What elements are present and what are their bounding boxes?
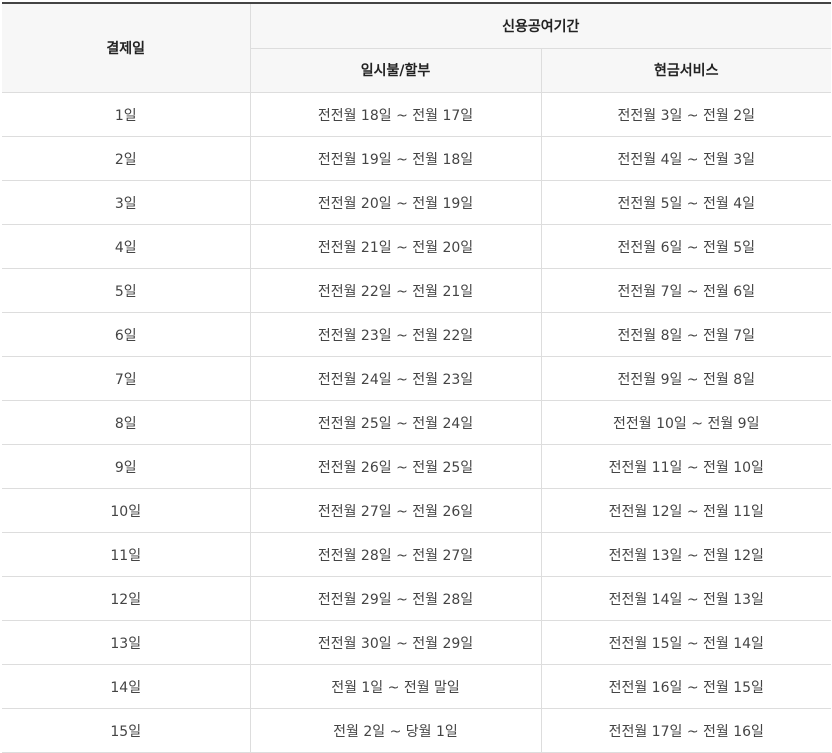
table-row: 8일 전전월 25일 ~ 전월 24일 전전월 10일 ~ 전월 9일 — [2, 400, 831, 445]
cash-service-period-cell: 전전월 14일 ~ 전월 13일 — [541, 576, 831, 621]
table-body: 1일 전전월 18일 ~ 전월 17일 전전월 3일 ~ 전월 2일 2일 전전월 19… — [2, 92, 831, 753]
credit-period-header: 신용공여기간 — [250, 3, 831, 49]
cash-service-period-cell: 전전월 4일 ~ 전월 3일 — [541, 136, 831, 181]
cash-service-period-cell: 전전월 13일 ~ 전월 12일 — [541, 532, 831, 577]
table-row: 4일 전전월 21일 ~ 전월 20일 전전월 6일 ~ 전월 5일 — [2, 224, 831, 269]
installment-period-cell: 전전월 21일 ~ 전월 20일 — [250, 224, 542, 269]
cash-service-period-cell: 전전월 11일 ~ 전월 10일 — [541, 444, 831, 489]
installment-period-cell: 전전월 20일 ~ 전월 19일 — [250, 180, 542, 225]
installment-period-cell: 전전월 28일 ~ 전월 27일 — [250, 532, 542, 577]
installment-header: 일시불/할부 — [250, 48, 542, 93]
installment-period-cell: 전전월 23일 ~ 전월 22일 — [250, 312, 542, 357]
table-row: 1일 전전월 18일 ~ 전월 17일 전전월 3일 ~ 전월 2일 — [2, 92, 831, 137]
installment-period-cell: 전전월 24일 ~ 전월 23일 — [250, 356, 542, 401]
installment-period-cell: 전월 1일 ~ 전월 말일 — [250, 664, 542, 709]
table-row: 12일 전전월 29일 ~ 전월 28일 전전월 14일 ~ 전월 13일 — [2, 576, 831, 621]
installment-period-cell: 전전월 30일 ~ 전월 29일 — [250, 620, 542, 665]
installment-period-cell: 전전월 19일 ~ 전월 18일 — [250, 136, 542, 181]
cash-service-period-cell: 전전월 8일 ~ 전월 7일 — [541, 312, 831, 357]
installment-period-cell: 전월 2일 ~ 당월 1일 — [250, 708, 542, 753]
cash-service-period-cell: 전전월 15일 ~ 전월 14일 — [541, 620, 831, 665]
payment-date-cell: 2일 — [2, 136, 251, 181]
credit-period-table: 결제일 신용공여기간 일시불/할부 현금서비스 1일 전전월 18일 ~ 전월 1… — [2, 2, 831, 753]
table-row: 10일 전전월 27일 ~ 전월 26일 전전월 12일 ~ 전월 11일 — [2, 488, 831, 533]
table-row: 5일 전전월 22일 ~ 전월 21일 전전월 7일 ~ 전월 6일 — [2, 268, 831, 313]
table-row: 3일 전전월 20일 ~ 전월 19일 전전월 5일 ~ 전월 4일 — [2, 180, 831, 225]
installment-period-cell: 전전월 18일 ~ 전월 17일 — [250, 92, 542, 137]
table-row: 7일 전전월 24일 ~ 전월 23일 전전월 9일 ~ 전월 8일 — [2, 356, 831, 401]
cash-service-period-cell: 전전월 10일 ~ 전월 9일 — [541, 400, 831, 445]
payment-date-cell: 6일 — [2, 312, 251, 357]
cash-service-header: 현금서비스 — [541, 48, 831, 93]
payment-date-cell: 1일 — [2, 92, 251, 137]
table-row: 14일 전월 1일 ~ 전월 말일 전전월 16일 ~ 전월 15일 — [2, 664, 831, 709]
header-row-top: 결제일 신용공여기간 — [2, 3, 831, 93]
payment-date-cell: 10일 — [2, 488, 251, 533]
installment-period-cell: 전전월 22일 ~ 전월 21일 — [250, 268, 542, 313]
cash-service-period-cell: 전전월 3일 ~ 전월 2일 — [541, 92, 831, 137]
payment-date-cell: 14일 — [2, 664, 251, 709]
table-row: 15일 전월 2일 ~ 당월 1일 전전월 17일 ~ 전월 16일 — [2, 708, 831, 753]
table-row: 2일 전전월 19일 ~ 전월 18일 전전월 4일 ~ 전월 3일 — [2, 136, 831, 181]
cash-service-period-cell: 전전월 9일 ~ 전월 8일 — [541, 356, 831, 401]
cash-service-period-cell: 전전월 12일 ~ 전월 11일 — [541, 488, 831, 533]
cash-service-period-cell: 전전월 17일 ~ 전월 16일 — [541, 708, 831, 753]
cash-service-period-cell: 전전월 16일 ~ 전월 15일 — [541, 664, 831, 709]
table-row: 9일 전전월 26일 ~ 전월 25일 전전월 11일 ~ 전월 10일 — [2, 444, 831, 489]
payment-date-cell: 5일 — [2, 268, 251, 313]
payment-date-cell: 11일 — [2, 532, 251, 577]
cash-service-period-cell: 전전월 6일 ~ 전월 5일 — [541, 224, 831, 269]
payment-date-cell: 9일 — [2, 444, 251, 489]
table-row: 11일 전전월 28일 ~ 전월 27일 전전월 13일 ~ 전월 12일 — [2, 532, 831, 577]
table-row: 6일 전전월 23일 ~ 전월 22일 전전월 8일 ~ 전월 7일 — [2, 312, 831, 357]
installment-period-cell: 전전월 29일 ~ 전월 28일 — [250, 576, 542, 621]
payment-date-cell: 7일 — [2, 356, 251, 401]
payment-date-cell: 3일 — [2, 180, 251, 225]
installment-period-cell: 전전월 25일 ~ 전월 24일 — [250, 400, 542, 445]
table-row: 13일 전전월 30일 ~ 전월 29일 전전월 15일 ~ 전월 14일 — [2, 620, 831, 665]
payment-date-header: 결제일 — [2, 3, 251, 93]
payment-date-cell: 4일 — [2, 224, 251, 269]
payment-date-cell: 12일 — [2, 576, 251, 621]
installment-period-cell: 전전월 27일 ~ 전월 26일 — [250, 488, 542, 533]
cash-service-period-cell: 전전월 5일 ~ 전월 4일 — [541, 180, 831, 225]
table-header: 결제일 신용공여기간 일시불/할부 현금서비스 — [2, 3, 831, 93]
payment-date-cell: 15일 — [2, 708, 251, 753]
installment-period-cell: 전전월 26일 ~ 전월 25일 — [250, 444, 542, 489]
cash-service-period-cell: 전전월 7일 ~ 전월 6일 — [541, 268, 831, 313]
payment-date-cell: 13일 — [2, 620, 251, 665]
payment-date-cell: 8일 — [2, 400, 251, 445]
